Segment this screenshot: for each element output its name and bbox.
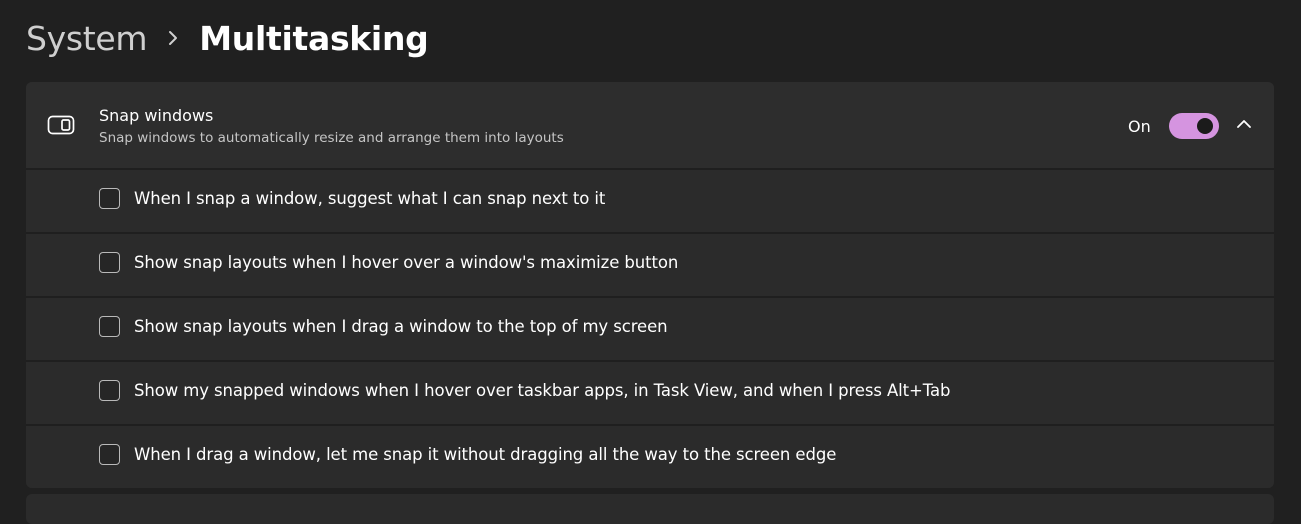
toggle-state-label: On — [1128, 117, 1151, 136]
checkbox-drag-top[interactable] — [99, 316, 120, 337]
option-label: Show snap layouts when I hover over a wi… — [134, 253, 679, 272]
snap-windows-header[interactable]: Snap windows Snap windows to automatical… — [26, 82, 1274, 168]
toggle-knob — [1197, 118, 1213, 134]
snap-windows-icon — [47, 115, 75, 135]
option-label: Show snap layouts when I drag a window t… — [134, 317, 668, 336]
snap-windows-description: Snap windows to automatically resize and… — [99, 130, 564, 146]
checkbox-snap-without-edge[interactable] — [99, 444, 120, 465]
breadcrumb: System Multitasking — [26, 14, 429, 62]
snap-windows-toggle[interactable] — [1169, 113, 1219, 139]
option-row-snapped-windows[interactable]: Show my snapped windows when I hover ove… — [26, 360, 1274, 424]
option-label: When I drag a window, let me snap it wit… — [134, 445, 837, 464]
snap-windows-card: Snap windows Snap windows to automatical… — [26, 82, 1274, 488]
option-label: Show my snapped windows when I hover ove… — [134, 381, 951, 400]
option-row-hover-maximize[interactable]: Show snap layouts when I hover over a wi… — [26, 232, 1274, 296]
option-row-snap-without-edge[interactable]: When I drag a window, let me snap it wit… — [26, 424, 1274, 488]
collapse-button[interactable] — [1232, 112, 1256, 136]
snap-windows-title: Snap windows — [99, 106, 214, 125]
checkbox-snapped-windows[interactable] — [99, 380, 120, 401]
checkbox-suggest-snap[interactable] — [99, 188, 120, 209]
chevron-up-icon — [1237, 120, 1251, 128]
option-row-suggest-snap[interactable]: When I snap a window, suggest what I can… — [26, 168, 1274, 232]
page-title: Multitasking — [199, 18, 429, 58]
option-row-drag-top[interactable]: Show snap layouts when I drag a window t… — [26, 296, 1274, 360]
option-label: When I snap a window, suggest what I can… — [134, 189, 606, 208]
checkbox-hover-maximize[interactable] — [99, 252, 120, 273]
breadcrumb-parent-system[interactable]: System — [26, 19, 148, 58]
next-settings-card[interactable] — [26, 494, 1274, 524]
chevron-right-icon — [147, 30, 199, 46]
